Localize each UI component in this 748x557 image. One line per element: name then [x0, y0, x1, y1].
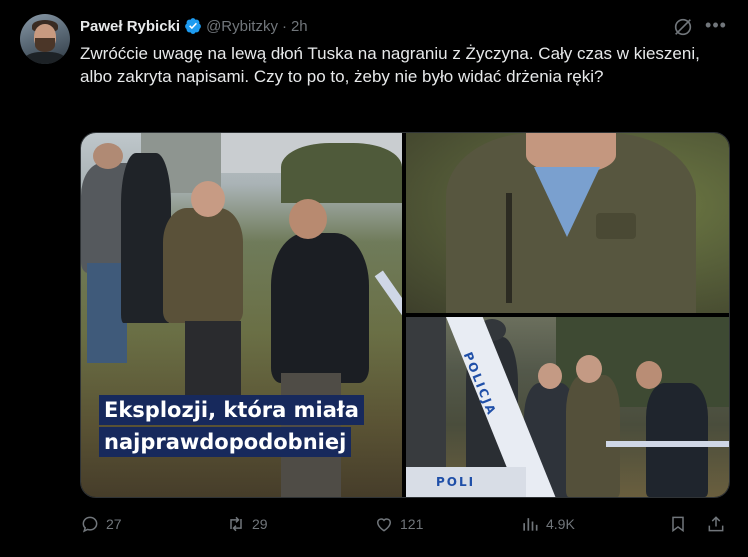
- bookmark-icon: [672, 516, 684, 533]
- action-bar: 27 29 121 4.9K: [80, 510, 728, 538]
- more-icon[interactable]: •••: [704, 14, 728, 36]
- reply-button[interactable]: 27: [80, 510, 122, 538]
- caption-line-1: Eksplozji, która miała: [99, 395, 364, 425]
- reply-count: 27: [106, 516, 122, 532]
- grok-icon[interactable]: [672, 16, 694, 38]
- like-button[interactable]: 121: [374, 510, 423, 538]
- share-button[interactable]: [706, 510, 726, 538]
- video-caption: Eksplozji, która miała najprawdopodobnie…: [99, 395, 364, 457]
- tweet-header: Paweł Rybicki @Rybitzky · 2h: [80, 16, 308, 36]
- share-icon: [708, 516, 724, 532]
- repost-icon: [230, 516, 242, 532]
- separator-dot: ·: [281, 17, 287, 35]
- bookmark-button[interactable]: [668, 510, 688, 538]
- views-count: 4.9K: [546, 516, 575, 532]
- reply-icon: [82, 516, 98, 533]
- media-image-3[interactable]: POLICJA POLI: [406, 317, 729, 497]
- media-grid: Eksplozji, która miała najprawdopodobnie…: [80, 132, 730, 498]
- repost-count: 29: [252, 516, 268, 532]
- repost-button[interactable]: 29: [226, 510, 268, 538]
- media-image-2[interactable]: [406, 133, 729, 313]
- avatar[interactable]: [20, 14, 70, 64]
- tweet-text: Zwróćcie uwagę na lewą dłoń Tuska na nag…: [80, 44, 700, 86]
- views-button[interactable]: 4.9K: [520, 510, 575, 538]
- like-count: 121: [400, 516, 424, 532]
- views-icon: [523, 518, 538, 531]
- police-tape-label-2: POLI: [436, 475, 476, 489]
- author-name[interactable]: Paweł Rybicki: [80, 18, 180, 35]
- timestamp[interactable]: 2h: [291, 18, 308, 35]
- caption-line-2: najprawdopodobniej: [99, 427, 352, 457]
- like-icon: [376, 518, 392, 532]
- verified-badge-icon: [185, 18, 201, 34]
- author-handle[interactable]: @Rybitzky: [206, 18, 278, 35]
- media-image-1[interactable]: Eksplozji, która miała najprawdopodobnie…: [81, 133, 402, 497]
